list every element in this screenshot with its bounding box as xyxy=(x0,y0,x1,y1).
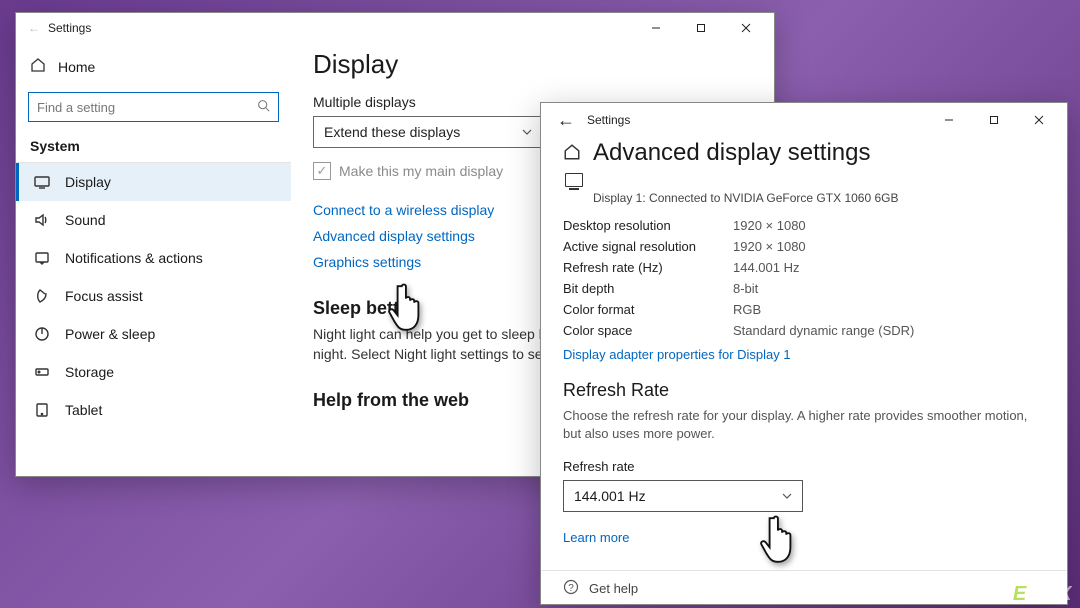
spec-value: Standard dynamic range (SDR) xyxy=(733,320,914,341)
spec-key: Bit depth xyxy=(563,278,733,299)
refresh-rate-heading: Refresh Rate xyxy=(563,380,1045,401)
titlebar-back: ← Settings xyxy=(16,13,774,43)
sound-icon xyxy=(33,212,51,228)
table-row: Active signal resolution1920 × 1080 xyxy=(563,236,914,257)
watermark: UGETFIX xyxy=(982,583,1072,606)
table-row: Color spaceStandard dynamic range (SDR) xyxy=(563,320,914,341)
table-row: Color formatRGB xyxy=(563,299,914,320)
sidebar-item-storage[interactable]: Storage xyxy=(16,353,291,391)
home-icon[interactable] xyxy=(563,143,581,164)
spec-key: Refresh rate (Hz) xyxy=(563,257,733,278)
power-icon xyxy=(33,326,51,342)
monitor-icon xyxy=(565,173,583,187)
multi-display-value: Extend these displays xyxy=(324,124,460,140)
spec-key: Active signal resolution xyxy=(563,236,733,257)
spec-value: 1920 × 1080 xyxy=(733,215,914,236)
close-button[interactable] xyxy=(1016,106,1061,134)
spec-value: RGB xyxy=(733,299,914,320)
home-icon xyxy=(30,57,46,76)
window-title: Settings xyxy=(48,21,91,35)
spec-value: 144.001 Hz xyxy=(733,257,914,278)
spec-value: 1920 × 1080 xyxy=(733,236,914,257)
tablet-icon xyxy=(33,402,51,418)
sidebar-header: System xyxy=(16,132,291,160)
display-info: Display 1: Connected to NVIDIA GeForce G… xyxy=(593,191,1045,205)
sidebar-item-notifications[interactable]: Notifications & actions xyxy=(16,239,291,277)
spec-value: 8-bit xyxy=(733,278,914,299)
sidebar-item-display[interactable]: Display xyxy=(16,163,291,201)
sidebar-item-label: Storage xyxy=(65,364,114,380)
sidebar-item-label: Sound xyxy=(65,212,105,228)
checkbox-icon: ✓ xyxy=(313,162,331,180)
chevron-down-icon xyxy=(782,491,792,501)
sidebar-item-label: Focus assist xyxy=(65,288,143,304)
help-icon: ? xyxy=(563,579,579,598)
sidebar-list: Display Sound Notifications & actions Fo… xyxy=(16,162,291,429)
make-main-label: Make this my main display xyxy=(339,163,503,179)
display-icon xyxy=(33,174,51,190)
table-row: Bit depth8-bit xyxy=(563,278,914,299)
table-row: Desktop resolution1920 × 1080 xyxy=(563,215,914,236)
sidebar-item-label: Tablet xyxy=(65,402,102,418)
storage-icon xyxy=(33,364,51,380)
spec-key: Desktop resolution xyxy=(563,215,733,236)
maximize-button[interactable] xyxy=(678,14,723,42)
get-help-label: Get help xyxy=(589,581,638,596)
page-heading: Display xyxy=(313,49,752,80)
refresh-rate-desc: Choose the refresh rate for your display… xyxy=(563,407,1045,443)
titlebar-front: ← Settings xyxy=(541,103,1067,137)
notifications-icon xyxy=(33,250,51,266)
minimize-button[interactable] xyxy=(633,14,678,42)
close-button[interactable] xyxy=(723,14,768,42)
table-row: Refresh rate (Hz)144.001 Hz xyxy=(563,257,914,278)
content-pane-front: Advanced display settings Display 1: Con… xyxy=(541,137,1067,604)
adapter-properties-link[interactable]: Display adapter properties for Display 1 xyxy=(563,347,1045,362)
spec-key: Color space xyxy=(563,320,733,341)
search-icon xyxy=(257,99,270,115)
hand-cursor-icon xyxy=(759,514,801,566)
sidebar-item-sound[interactable]: Sound xyxy=(16,201,291,239)
minimize-button[interactable] xyxy=(926,106,971,134)
display-specs-table: Desktop resolution1920 × 1080 Active sig… xyxy=(563,215,914,341)
home-label: Home xyxy=(58,59,95,75)
sidebar-item-power[interactable]: Power & sleep xyxy=(16,315,291,353)
back-arrow-disabled: ← xyxy=(28,21,40,35)
sidebar-item-focus[interactable]: Focus assist xyxy=(16,277,291,315)
search-input[interactable]: Find a setting xyxy=(28,92,279,122)
home-link[interactable]: Home xyxy=(16,49,291,84)
spec-key: Color format xyxy=(563,299,733,320)
learn-more-link[interactable]: Learn more xyxy=(563,530,1045,545)
page-heading: Advanced display settings xyxy=(593,139,871,167)
refresh-rate-label: Refresh rate xyxy=(563,459,1045,474)
chevron-down-icon xyxy=(522,127,532,137)
refresh-rate-value: 144.001 Hz xyxy=(574,488,646,504)
sidebar-item-label: Notifications & actions xyxy=(65,250,203,266)
back-button[interactable]: ← xyxy=(553,110,579,131)
sidebar: Home Find a setting System Display Sound xyxy=(16,43,291,476)
multi-display-dropdown[interactable]: Extend these displays xyxy=(313,116,543,148)
maximize-button[interactable] xyxy=(971,106,1016,134)
sidebar-item-label: Power & sleep xyxy=(65,326,155,342)
window-title: Settings xyxy=(587,113,630,127)
settings-window-front: ← Settings Advanced display settings Dis… xyxy=(540,102,1068,605)
focus-icon xyxy=(33,288,51,304)
search-placeholder: Find a setting xyxy=(37,100,115,115)
svg-text:?: ? xyxy=(568,583,574,594)
sidebar-item-tablet[interactable]: Tablet xyxy=(16,391,291,429)
hand-cursor-icon xyxy=(387,282,429,334)
refresh-rate-dropdown[interactable]: 144.001 Hz xyxy=(563,480,803,512)
sidebar-item-label: Display xyxy=(65,174,111,190)
